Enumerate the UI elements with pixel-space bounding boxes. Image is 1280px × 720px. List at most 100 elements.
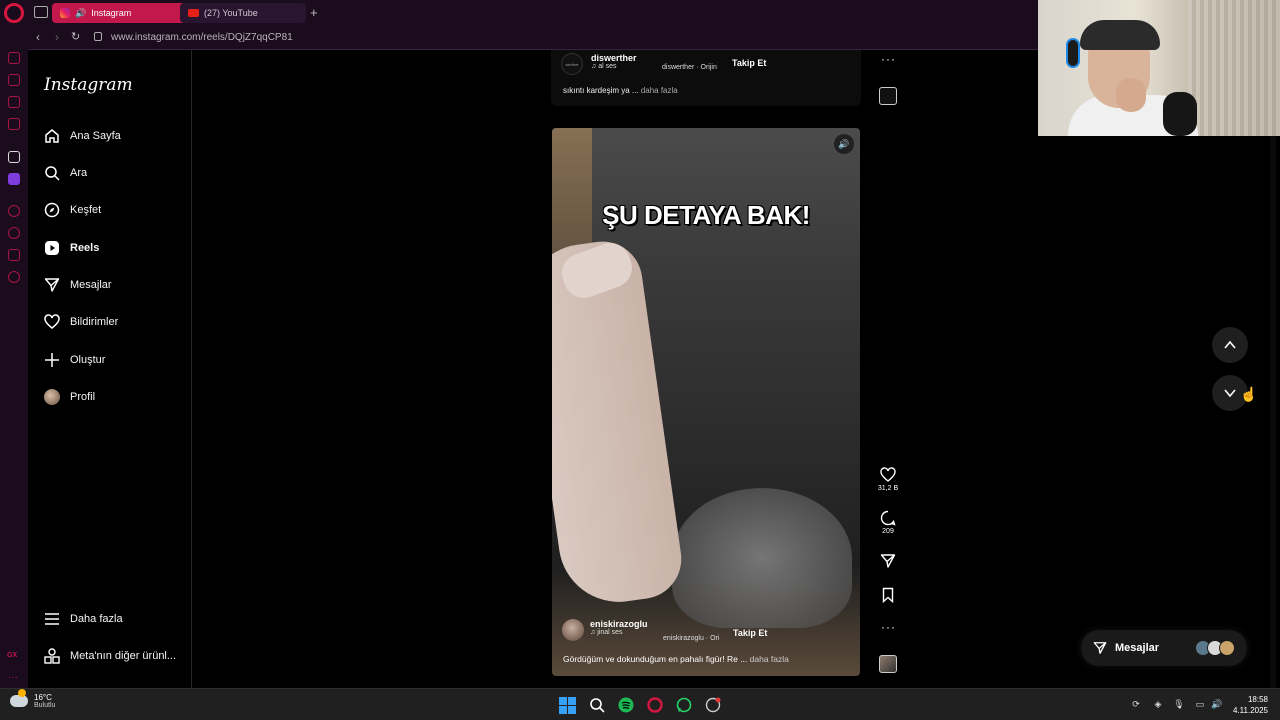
user-avatar[interactable]: werther (561, 53, 583, 75)
steam-icon[interactable] (704, 696, 722, 714)
speaker-icon[interactable]: 🔊 (75, 8, 86, 19)
bookmark-icon[interactable] (880, 587, 896, 603)
send-icon (1093, 642, 1107, 654)
nav-create[interactable]: Oluştur (44, 352, 105, 368)
send-icon[interactable] (880, 553, 896, 569)
start-button[interactable] (558, 696, 576, 714)
heart-icon (44, 314, 60, 330)
nav-explore[interactable]: Keşfet (44, 202, 101, 218)
tab-label: Instagram (91, 8, 132, 18)
reels-icon (44, 240, 60, 256)
user-avatar[interactable] (562, 619, 584, 641)
audio-thumbnail[interactable] (879, 87, 897, 105)
volume-icon[interactable]: 🔊 (1211, 698, 1223, 710)
share-action[interactable] (863, 553, 913, 569)
nav-search[interactable]: Ara (44, 165, 87, 181)
bookmarks-icon[interactable] (8, 249, 20, 261)
tab-youtube[interactable]: (27) YouTube (180, 3, 306, 23)
scrollbar[interactable] (1270, 136, 1276, 688)
heart-icon[interactable] (880, 467, 896, 483)
opera-logo-icon[interactable] (4, 3, 24, 23)
reel-video[interactable]: ŞU DETAYA BAK! 🔊 eniskirazoglu ♫ jinal s… (552, 128, 860, 676)
tab-switcher-icon[interactable] (34, 6, 48, 18)
tab-bar: 🔊 Instagram (27) YouTube + (28, 0, 1038, 25)
previous-reel-button[interactable] (1212, 327, 1248, 363)
follow-button[interactable]: Takip Et (732, 58, 766, 68)
comment-icon[interactable] (880, 510, 896, 526)
history-icon[interactable] (8, 227, 20, 239)
audio-origin[interactable]: diswerther · Orijin (662, 64, 717, 71)
more-options-icon[interactable]: ··· (881, 52, 896, 66)
spotify-icon[interactable] (617, 696, 635, 714)
opera-player-icon[interactable] (8, 205, 20, 217)
opera-aria-icon[interactable] (8, 52, 20, 64)
nav-label: Profil (70, 391, 96, 403)
instagram-logo[interactable]: Instagram (44, 75, 133, 95)
more-link[interactable]: daha fazla (750, 654, 789, 664)
like-count: 31,2 B (877, 485, 899, 492)
clock[interactable]: 18:58 4.11.2025 (1233, 694, 1268, 716)
caption-text: sıkıntı kardeşim ya ... (563, 86, 639, 95)
like-action[interactable]: 31,2 B (863, 467, 913, 492)
nav-profile[interactable]: Profil (44, 389, 95, 405)
opera-mail-icon[interactable] (8, 118, 20, 130)
messages-label: Mesajlar (1115, 642, 1160, 654)
sync-icon[interactable]: ⟳ (1130, 698, 1142, 710)
volume-icon[interactable]: 🔊 (834, 134, 854, 154)
webcam-headset (1066, 38, 1080, 68)
meta-apps-icon (44, 648, 60, 664)
url-field[interactable]: www.instagram.com/reels/DQjZ7qqCP81 (111, 32, 293, 43)
nav-more[interactable]: Daha fazla (44, 611, 123, 627)
opera-gx-icon[interactable] (646, 696, 664, 714)
forward-icon[interactable]: › (55, 30, 59, 44)
nav-label: Oluştur (70, 354, 106, 366)
twitch-icon[interactable] (8, 173, 20, 185)
send-icon (44, 277, 60, 293)
opera-sidebar: GX ··· (0, 0, 28, 688)
caption: Gördüğüm ve dokunduğum en pahalı figür! … (563, 654, 789, 664)
security-icon[interactable]: ◈ (1152, 698, 1164, 710)
opera-extensions-icon[interactable] (8, 74, 20, 86)
audio-origin[interactable]: eniskirazoglu · Ori (663, 635, 719, 642)
comment-action[interactable]: 209 (863, 510, 913, 535)
plus-icon (44, 352, 60, 368)
lock-icon[interactable] (94, 32, 102, 41)
audio-label[interactable]: ♫ al ses (591, 63, 637, 70)
microphone-icon[interactable]: 🎙 (1173, 698, 1185, 710)
opera-app-icon[interactable] (8, 151, 20, 163)
nav-label: Keşfet (70, 204, 102, 216)
username[interactable]: diswerther (591, 53, 637, 63)
weather-temp: 16°C (34, 693, 52, 702)
settings-icon[interactable] (8, 271, 20, 283)
nav-meta[interactable]: Meta'nın diğer ürünl... (44, 648, 176, 664)
windows-icon (558, 696, 576, 714)
video-object (672, 488, 852, 628)
new-tab-icon[interactable]: + (310, 5, 318, 20)
search-icon[interactable] (588, 696, 606, 714)
taskbar: 16°C Bulutlu ⟳ ◈ 🎙 ▭ 🔊 18:58 4.11.2025 (0, 688, 1280, 720)
audio-thumbnail[interactable] (879, 655, 897, 673)
caption-text: Gördüğüm ve dokunduğum en pahalı figür! … (563, 654, 748, 664)
gx-icon[interactable]: GX (7, 652, 17, 659)
instagram-icon (60, 8, 70, 18)
webcam-cap (1080, 20, 1160, 50)
more-icon[interactable]: ··· (8, 672, 18, 683)
whatsapp-icon[interactable] (675, 696, 693, 714)
nav-reels[interactable]: Reels (44, 240, 99, 256)
nav-notifications[interactable]: Bildirimler (44, 314, 118, 330)
save-action[interactable] (863, 587, 913, 603)
reload-icon[interactable]: ↻ (71, 30, 80, 43)
avatar (44, 389, 60, 405)
username[interactable]: eniskirazoglu (590, 619, 648, 629)
more-options-icon[interactable]: ··· (881, 620, 896, 634)
opera-messenger-icon[interactable] (8, 96, 20, 108)
follow-button[interactable]: Takip Et (733, 628, 767, 638)
more-link[interactable]: daha fazla (641, 86, 678, 95)
nav-messages[interactable]: Mesajlar (44, 277, 112, 293)
nav-home[interactable]: Ana Sayfa (44, 128, 121, 144)
display-icon[interactable]: ▭ (1194, 698, 1206, 710)
weather-widget[interactable]: 16°C Bulutlu (10, 689, 55, 709)
back-icon[interactable]: ‹ (36, 30, 40, 44)
audio-label[interactable]: ♫ jinal ses (590, 629, 648, 636)
messages-button[interactable]: Mesajlar (1081, 630, 1247, 666)
